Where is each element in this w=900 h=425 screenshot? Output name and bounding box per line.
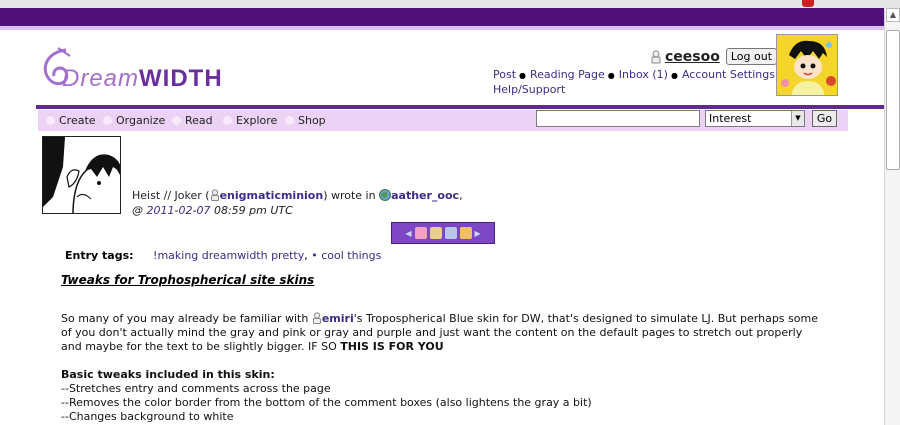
memories-icon[interactable] [414,227,427,239]
entry-userpic[interactable] [42,136,121,214]
entry-date: @ 2011-02-07 08:59 pm UTC [132,204,293,217]
nav-label: Shop [298,114,326,127]
nav-label: Read [185,114,213,127]
select-value: Interest [709,112,752,125]
date-month-link[interactable]: 02 [178,204,192,217]
scroll-thumb[interactable] [886,30,900,170]
poster-username-link[interactable]: enigmaticminion [220,189,324,202]
nav-bullet-icon [103,116,112,125]
at-sign: @ [132,204,143,217]
entry-time: 08:59 pm UTC [213,204,293,217]
post-link[interactable]: Post [493,68,516,81]
body-emphasis: THIS IS FOR YOU [340,340,444,353]
inbox-link[interactable]: Inbox (1) [619,68,668,81]
nav-bullet-icon [223,116,232,125]
user-link-emiri[interactable]: emiri [322,312,354,325]
list-item: --Stretches entry and comments across th… [61,382,331,395]
body-text: 's [353,312,363,325]
entry-tags: Entry tags: !making dreamwidth pretty, •… [65,249,382,262]
list-title: Basic tweaks included in this skin: [61,368,275,381]
nav-label: Explore [236,114,278,127]
body-text: So many of you may already be familiar w… [61,312,309,325]
logo-width-text: WIDTH [139,65,223,92]
header-divider [36,105,884,109]
vertical-scrollbar[interactable]: ▲ [884,8,900,425]
user-icon[interactable] [312,312,322,324]
manga-userpic-image [43,137,120,213]
search-go-button[interactable]: Go [812,110,837,127]
chevron-down-icon[interactable]: ▼ [791,111,804,126]
nav-bullet-icon [46,116,55,125]
scroll-up-icon[interactable]: ▲ [886,8,900,22]
help-support-link[interactable]: Help/Support [493,83,565,96]
notification-badge[interactable] [802,0,814,7]
tags-label: Entry tags: [65,249,134,262]
punctuation: , [459,189,463,202]
user-header: ceesoo Log out [650,48,778,65]
nav-read[interactable]: Read [172,114,213,127]
nav-label: Create [59,114,96,127]
prev-entry-icon[interactable]: ◀ [405,229,411,238]
list-item: --Changes background to white [61,410,234,423]
entry-body: So many of you may already be familiar w… [61,312,821,424]
date-year-link[interactable]: 2011 [147,204,175,217]
entry-tools: ◀ ▶ [391,222,495,244]
search-input[interactable] [536,110,700,127]
logout-button[interactable]: Log out [725,48,778,65]
anime-avatar-image [777,35,837,95]
nav-bullet-icon [172,116,181,125]
tag-link[interactable]: • cool things [311,249,381,262]
next-entry-icon[interactable]: ▶ [475,229,481,238]
page-content: DreamWIDTH ceesoo Log out Post ● Reading P… [0,30,884,425]
userpic-keyword: Heist // Joker [132,189,202,202]
nav-bullet-icon [285,116,294,125]
user-icon [651,50,661,63]
account-settings-link[interactable]: Account Settings [682,68,775,81]
tag-link[interactable]: !making dreamwidth pretty [153,249,304,262]
link-separator: ● [607,71,615,80]
entry-subject[interactable]: Tweaks for Trophospherical site skins [61,273,314,287]
logo-dream-text: Dream [62,65,140,92]
nav-create[interactable]: Create [46,114,96,127]
nav-label: Organize [116,114,166,127]
link-separator: ● [670,71,678,80]
dreamwidth-logo[interactable]: DreamWIDTH [36,46,236,92]
browser-top-strip [0,0,900,8]
date-day-link[interactable]: 07 [196,204,210,217]
nav-organize[interactable]: Organize [103,114,165,127]
link-separator: ● [519,71,526,80]
track-icon[interactable] [459,227,472,239]
user-avatar[interactable] [776,34,838,96]
wrote-in-text: ) wrote in [323,189,376,202]
community-link[interactable]: aather_ooc [391,189,459,202]
site-top-bar [0,8,884,26]
reading-page-link[interactable]: Reading Page [530,68,605,81]
community-icon[interactable] [379,189,392,201]
list-item: --Removes the color border from the bott… [61,396,592,409]
current-username[interactable]: ceesoo [665,49,720,65]
user-icon[interactable] [210,189,220,201]
logo-wordmark: DreamWIDTH [62,65,223,93]
nav-explore[interactable]: Explore [223,114,277,127]
skin-link[interactable]: Tropospherical Blue [366,312,474,325]
search-type-select[interactable]: Interest ▼ [705,110,805,127]
tags-icon[interactable] [429,227,442,239]
account-links: Post ● Reading Page ● Inbox (1) ● Account Sett… [493,68,783,97]
entry-paragraph: So many of you may already be familiar w… [61,312,821,354]
mail-icon[interactable] [444,227,457,239]
nav-shop[interactable]: Shop [285,114,326,127]
entry-poster-line: Heist // Joker (enigmaticminion) wrote i… [132,189,463,202]
